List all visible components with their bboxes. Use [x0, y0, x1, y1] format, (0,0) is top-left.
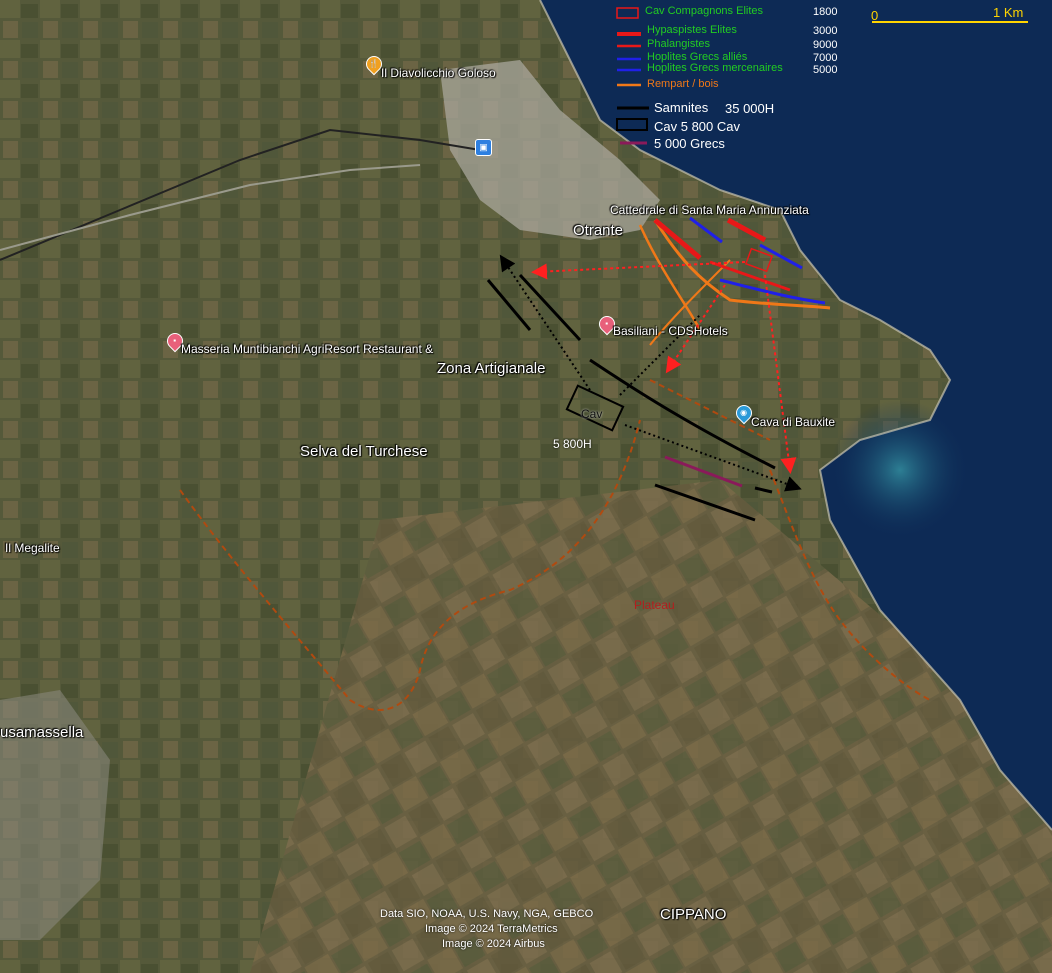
legend2-label-0: Samnites	[654, 100, 709, 115]
annotation-troops: 5 800H	[553, 437, 592, 451]
train-station-icon[interactable]: ▣	[475, 139, 492, 156]
legend-value-3: 7000	[813, 52, 838, 64]
place-label-cippano[interactable]: CIPPANO	[660, 906, 726, 923]
legend-value-2: 9000	[813, 39, 838, 51]
legend-label-0: Cav Compagnons Elites	[645, 5, 764, 17]
legend2-label-1: Cav 5 800 Cav	[654, 119, 740, 134]
legend-label-4: Hoplites Grecs mercenaires	[647, 62, 783, 74]
legend-value-0: 1800	[813, 6, 838, 18]
place-label-basiliani[interactable]: Basiliani - CDSHotels	[613, 324, 728, 338]
credit-line-1: Data SIO, NOAA, U.S. Navy, NGA, GEBCO	[380, 908, 594, 920]
legend-label-5: Rempart / bois	[647, 78, 719, 90]
legend2-label-2: 5 000 Grecs	[654, 136, 725, 151]
legend2-value-0: 35 000H	[725, 101, 775, 116]
scale-end: 1 Km	[993, 5, 1024, 20]
legend-value-1: 3000	[813, 25, 838, 37]
place-label-cattedrale[interactable]: Cattedrale di Santa Maria Annunziata	[610, 203, 809, 217]
place-label-zona[interactable]: Zona Artigianale	[437, 360, 545, 377]
place-label-selva[interactable]: Selva del Turchese	[300, 443, 428, 460]
place-label-otrante[interactable]: Otrante	[573, 222, 623, 239]
credit-line-2: Image © 2024 TerraMetrics	[425, 923, 558, 935]
shallow-water	[830, 400, 970, 540]
place-label-cava[interactable]: Cava di Bauxite	[751, 415, 835, 429]
place-label-usamassella[interactable]: usamassella	[0, 724, 83, 741]
place-label-megalite[interactable]: Il Megalite	[5, 541, 60, 555]
place-label-diavolicchio[interactable]: Il Diavolicchio Goloso	[381, 66, 496, 80]
scale-zero: 0	[871, 8, 879, 23]
annotation-cav: Cav	[581, 407, 603, 421]
place-label-plateau: Plateau	[634, 598, 675, 612]
legend-label-1: Hypaspistes Elites	[647, 24, 737, 36]
legend-label-2: Phalangistes	[647, 38, 710, 50]
legend-value-4: 5000	[813, 64, 838, 76]
credit-line-3: Image © 2024 Airbus	[442, 938, 545, 950]
satellite-map	[0, 0, 1052, 973]
place-label-masseria[interactable]: Masseria Muntibianchi AgriResort Restaur…	[181, 342, 433, 356]
